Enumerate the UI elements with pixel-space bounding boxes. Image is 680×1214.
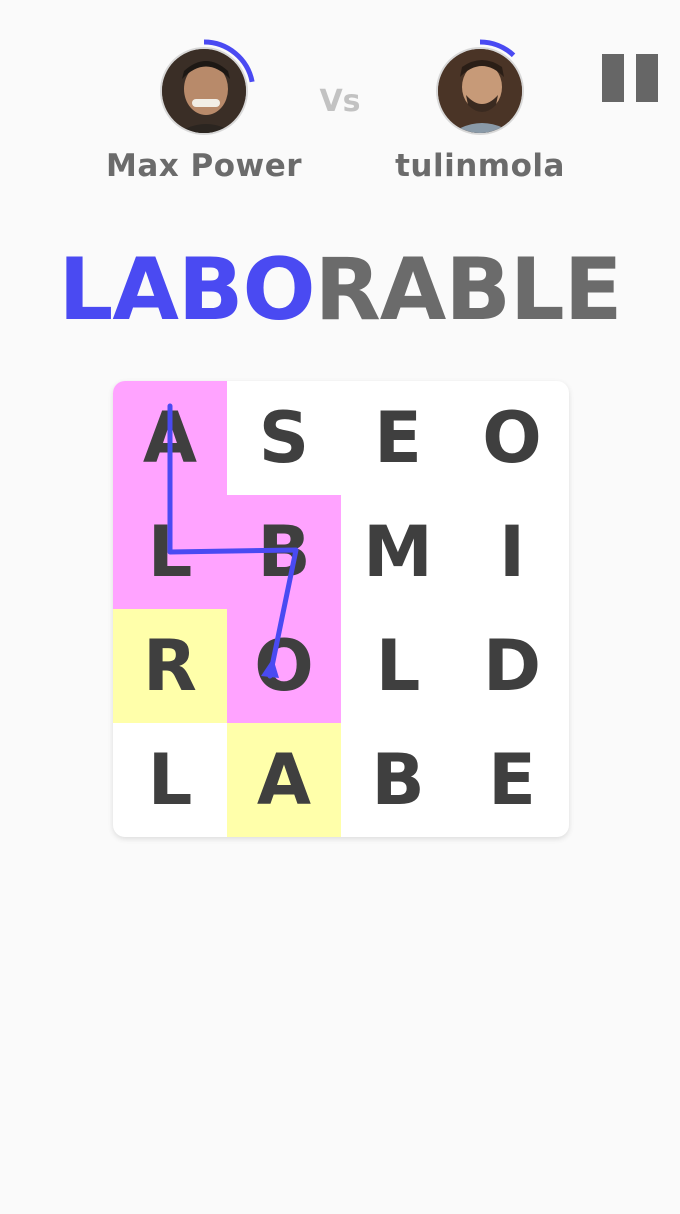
avatar <box>160 47 248 135</box>
avatar <box>436 47 524 135</box>
letter-tile[interactable]: B <box>341 723 455 837</box>
pause-bar-left <box>602 54 624 102</box>
target-word: LABORABLE <box>0 240 680 340</box>
player-one: Max Power <box>84 36 324 184</box>
player-two-avatar-wrap <box>425 36 535 146</box>
letter-tile[interactable]: O <box>227 609 341 723</box>
player-two: tulinmola <box>360 36 600 184</box>
player-one-avatar-image <box>162 49 246 133</box>
player-one-avatar-wrap <box>149 36 259 146</box>
player-two-name: tulinmola <box>395 148 565 184</box>
letter-tile[interactable]: O <box>455 381 569 495</box>
letter-tile[interactable]: R <box>113 609 227 723</box>
letter-tile[interactable]: B <box>227 495 341 609</box>
letter-tile[interactable]: A <box>113 381 227 495</box>
target-word-remaining: RABLE <box>314 240 623 340</box>
letter-board: ASEOLBMIROLDLABE <box>113 381 569 837</box>
letter-tile[interactable]: L <box>113 723 227 837</box>
letter-tile[interactable]: D <box>455 609 569 723</box>
letter-tile[interactable]: E <box>341 381 455 495</box>
letter-tile[interactable]: E <box>455 723 569 837</box>
pause-button[interactable] <box>598 52 662 106</box>
letter-tile[interactable]: L <box>113 495 227 609</box>
letter-tile[interactable]: I <box>455 495 569 609</box>
player-two-avatar-image <box>438 49 522 133</box>
letter-tile[interactable]: A <box>227 723 341 837</box>
player-one-name: Max Power <box>105 148 303 184</box>
target-word-found: LABO <box>58 240 316 340</box>
letter-tile[interactable]: M <box>341 495 455 609</box>
letter-tile[interactable]: L <box>341 609 455 723</box>
pause-bar-right <box>636 54 658 102</box>
letter-tile[interactable]: S <box>227 381 341 495</box>
